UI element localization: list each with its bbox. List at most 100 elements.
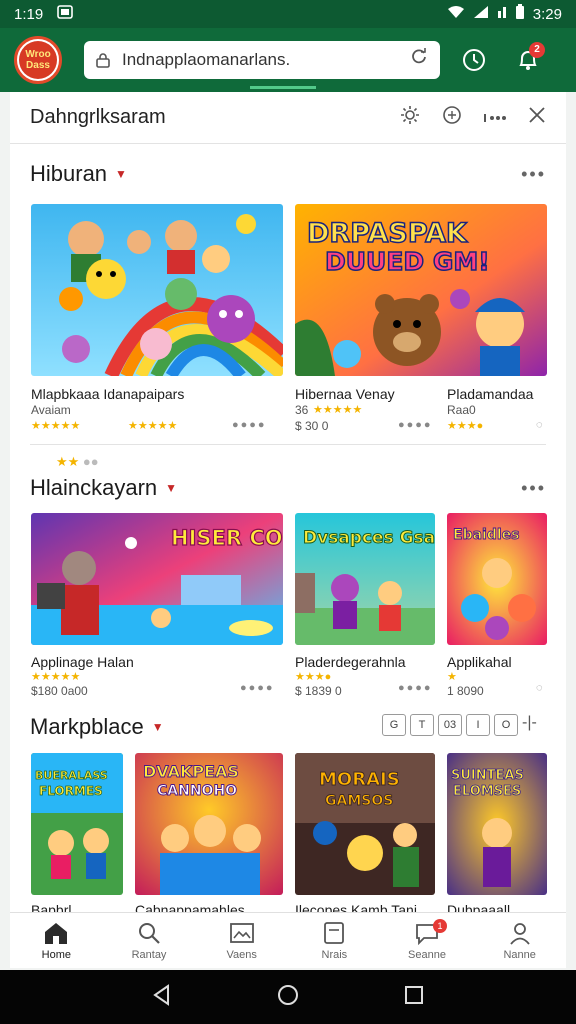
banner-text: HISER COMLES xyxy=(171,526,283,550)
app-logo[interactable]: Wroo Dass xyxy=(14,36,62,84)
rating-stars: ★★★★★ xyxy=(31,420,81,432)
nav-label: Seanne xyxy=(408,948,446,961)
nav-label: Nanne xyxy=(503,948,536,961)
section-hiburan: Hiburan ▼ ••• xyxy=(10,154,566,194)
section-title[interactable]: Hiburan xyxy=(30,161,107,187)
nav-search[interactable]: Rantay xyxy=(103,913,196,968)
person-icon xyxy=(509,922,530,945)
svg-text:DRPASPAK: DRPASPAK xyxy=(307,218,468,249)
nav-profile[interactable]: Nanne xyxy=(473,913,566,968)
page-title: Dahngrlksaram xyxy=(30,106,166,128)
nav-label: Vaens xyxy=(226,948,257,961)
filter-button[interactable]: I xyxy=(466,714,490,736)
status-time-right: 3:29 xyxy=(532,5,562,23)
more-dots-icon[interactable]: ●●●● xyxy=(398,419,433,431)
card-title[interactable]: Bapbrl xyxy=(31,902,71,912)
filter-button[interactable]: T xyxy=(410,714,434,736)
logo-text: Wroo Dass xyxy=(19,41,57,79)
back-icon[interactable] xyxy=(151,983,173,1011)
reload-icon[interactable] xyxy=(410,48,428,72)
notification-badge: 2 xyxy=(529,42,545,58)
nav-label: Home xyxy=(41,948,71,961)
info-icon[interactable]: ◌ xyxy=(536,419,545,431)
card-price: $ 1839 0 xyxy=(295,684,342,698)
card-subtitle: Avaiam xyxy=(31,403,71,417)
info-icon[interactable]: ◌ xyxy=(536,682,545,694)
recents-icon[interactable] xyxy=(403,984,425,1011)
nav-gallery[interactable]: Vaens xyxy=(195,913,288,968)
section-title[interactable]: Markpblace xyxy=(30,714,144,740)
page-header: Dahngrlksaram xyxy=(10,92,566,144)
search-icon xyxy=(139,922,160,944)
bottom-navigation: Home Rantay Vaens Nrais 1 Seanne Nanne xyxy=(10,912,566,968)
rating-stars: ★★★★★ xyxy=(128,420,178,432)
battery-icon xyxy=(515,4,525,24)
card-price: 1 8090 xyxy=(447,684,484,698)
url-bar[interactable]: Indnapplaomanarlans. xyxy=(84,41,440,79)
svg-text:CANNOHO: CANNOHO xyxy=(157,783,237,799)
image-icon xyxy=(229,922,254,943)
load-progress-bar xyxy=(250,86,316,89)
svg-text:MORAIS: MORAIS xyxy=(319,769,400,790)
card-title[interactable]: Pladamandaa xyxy=(447,386,533,402)
status-bar: 1:19 3:29 xyxy=(0,0,576,28)
game-card-image[interactable]: Ebaidles xyxy=(447,513,547,645)
close-icon[interactable] xyxy=(528,106,546,129)
banner-text: Dvsapces Gsamhes xyxy=(303,528,435,548)
notifications-button[interactable]: 2 xyxy=(508,40,548,80)
nav-news[interactable]: Nrais xyxy=(288,913,381,968)
caret-down-icon[interactable]: ▼ xyxy=(165,481,177,495)
game-card-image[interactable]: HISER COMLES xyxy=(31,513,283,645)
signal-icon xyxy=(473,5,489,23)
card-price: $ 30 0 xyxy=(295,419,329,433)
svg-text:BUERALASS: BUERALASS xyxy=(35,769,108,782)
home-icon xyxy=(45,922,68,944)
more-dots-icon[interactable]: ●●●● xyxy=(398,682,433,694)
card-title[interactable]: Cabnappamahles xyxy=(135,902,245,912)
caret-down-icon[interactable]: ▼ xyxy=(152,720,164,734)
game-card-image[interactable]: DRPASPAK DUUED GM! xyxy=(295,204,547,376)
more-options-icon[interactable] xyxy=(484,107,506,128)
card-title[interactable]: Applinage Halan xyxy=(31,654,134,670)
card-title[interactable]: Pladerdegerahnla xyxy=(295,654,406,670)
card-title[interactable]: Mlapbkaaa Idanapaipars xyxy=(31,386,184,402)
system-navigation-bar xyxy=(0,970,576,1024)
card-price: $180 0a00 xyxy=(31,684,88,698)
svg-text:GAMSOS: GAMSOS xyxy=(325,793,393,809)
more-horizontal-icon[interactable]: ••• xyxy=(521,478,546,499)
game-card-image[interactable]: BUERALASS FLORMES xyxy=(31,753,123,895)
card-title[interactable]: Hibernaa Venay xyxy=(295,386,395,402)
card-title[interactable]: Ilecopes Kamb Tani xyxy=(295,902,417,912)
translate-icon[interactable] xyxy=(442,105,462,130)
more-dots-icon[interactable]: ●●●● xyxy=(240,682,275,694)
url-text: Indnapplaomanarlans. xyxy=(122,50,291,69)
game-card-image[interactable]: SUINTEAS ELOMSES xyxy=(447,753,547,895)
game-card-image[interactable]: MORAIS GAMSOS xyxy=(295,753,435,895)
nav-label: Rantay xyxy=(131,948,167,961)
filter-button[interactable]: O xyxy=(494,714,518,736)
card-title[interactable]: Dubpaaall xyxy=(447,902,510,912)
settings-icon[interactable] xyxy=(400,105,420,130)
home-circle-icon[interactable] xyxy=(276,983,300,1012)
more-horizontal-icon[interactable]: ••• xyxy=(521,164,546,185)
caret-down-icon[interactable]: ▼ xyxy=(115,167,127,181)
svg-text:DVAKPEAS: DVAKPEAS xyxy=(143,762,239,781)
game-card-image[interactable]: DVAKPEAS CANNOHO xyxy=(135,753,283,895)
adjust-icon[interactable]: -|- xyxy=(522,714,537,732)
nav-home[interactable]: Home xyxy=(10,913,103,968)
filter-button[interactable]: 03 xyxy=(438,714,462,736)
nav-messages[interactable]: 1 Seanne xyxy=(381,913,474,968)
history-button[interactable] xyxy=(454,40,494,80)
clock-icon xyxy=(463,49,485,71)
card-title[interactable]: Applikahal xyxy=(447,654,512,670)
filter-button[interactable]: G xyxy=(382,714,406,736)
game-card-image[interactable] xyxy=(31,204,283,376)
rating-stars: ★★★● xyxy=(295,671,332,683)
divider xyxy=(30,444,546,445)
banner-text: Ebaidles xyxy=(453,527,519,543)
rating-stars: ★ xyxy=(447,671,457,683)
svg-text:ELOMSES: ELOMSES xyxy=(453,784,521,799)
section-title[interactable]: Hlainckayarn xyxy=(30,475,157,501)
game-card-image[interactable]: Dvsapces Gsamhes xyxy=(295,513,435,645)
more-dots-icon[interactable]: ●●●● xyxy=(232,419,267,431)
